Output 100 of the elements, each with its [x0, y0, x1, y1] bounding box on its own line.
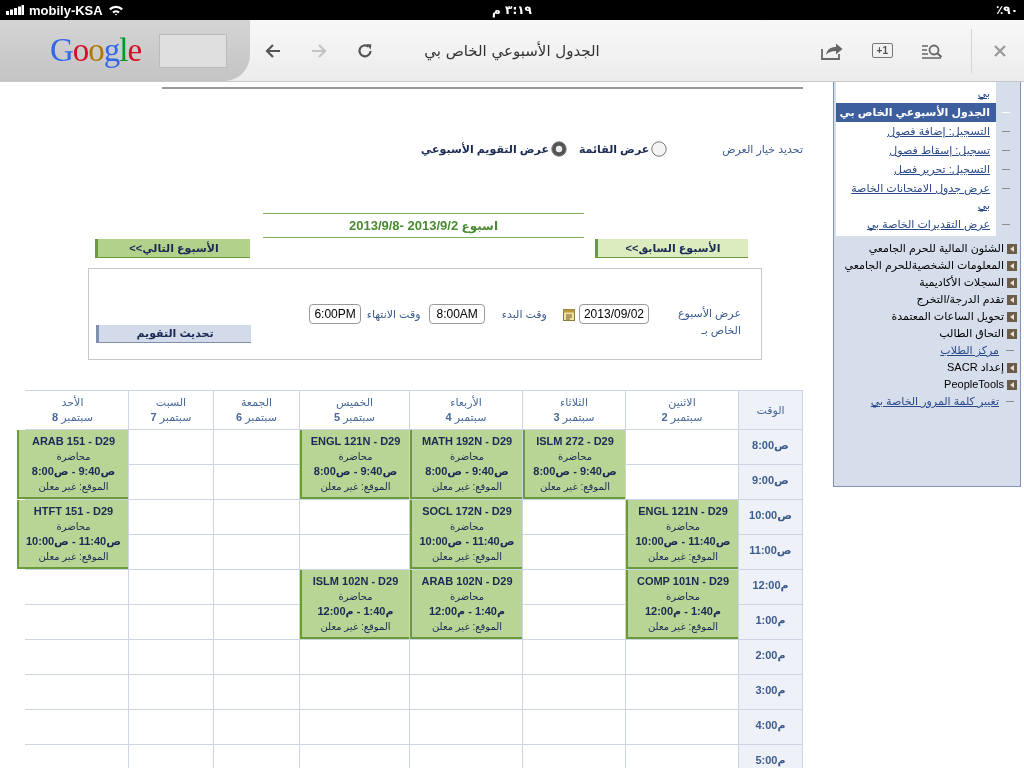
triangle-icon[interactable]: [1007, 260, 1017, 271]
class-time: 10:00ص - 11:40ص: [26, 533, 121, 549]
menu-folder[interactable]: تحويل الساعات المعتمدة: [891, 308, 1004, 325]
class-time: 10:00ص - 11:40ص: [635, 533, 731, 549]
course-code: ISLM 272 - D29: [536, 433, 614, 449]
triangle-icon[interactable]: [1007, 328, 1017, 339]
menu-link[interactable]: عرض التقديرات الخاصة بي: [866, 216, 990, 233]
triangle-icon[interactable]: [1007, 379, 1017, 390]
battery-percent: ٪٩٠: [996, 3, 1018, 17]
view-option-label: تحديد خيار العرض: [722, 142, 803, 156]
triangle-icon[interactable]: [1007, 311, 1017, 322]
time-cell: 8:00ص: [739, 430, 802, 464]
weekday-label: الأربعاء: [450, 395, 482, 410]
class-location: الموقع: غير معلن: [539, 479, 611, 494]
menu-link[interactable]: التسجيل: إضافة فصول: [887, 123, 990, 140]
dash-icon: [1006, 350, 1014, 351]
weekday-label: السبت: [155, 395, 187, 410]
menu-folder[interactable]: تقدم الدرجة/التخرج: [916, 291, 1004, 308]
share-icon[interactable]: [819, 41, 844, 60]
week-of-label: عرض الأسبوع الخاص بـ: [676, 305, 741, 339]
class-time: 10:00ص - 11:40ص: [419, 533, 515, 549]
triangle-icon[interactable]: [1007, 294, 1017, 305]
course-code: MATH 192N - D29: [421, 433, 513, 449]
time-cell: 3:00م: [739, 675, 802, 709]
next-week-button[interactable]: الأسبوع التالي>>: [95, 239, 250, 258]
radio-button[interactable]: [550, 141, 567, 157]
class-type: محاضرة: [338, 589, 373, 604]
triangle-icon[interactable]: [1007, 362, 1017, 373]
weekday-label: الاثنين: [668, 395, 696, 410]
start-time-label: وقت البدء: [501, 307, 547, 321]
radio-label[interactable]: عرض التقويم الأسبوعي: [420, 142, 549, 156]
class-location: الموقع: غير معلن: [431, 549, 503, 564]
class-type: محاضرة: [449, 449, 485, 464]
class-location: الموقع: غير معلن: [647, 549, 719, 564]
course-code: SOCL 172N - D29: [422, 503, 512, 519]
dash-icon: [1006, 401, 1014, 402]
weekday-label: الثلاثاء: [560, 395, 588, 410]
wifi-icon: [107, 4, 124, 16]
close-icon[interactable]: [994, 44, 1006, 57]
menu-folder[interactable]: المعلومات الشخصيةللحرم الجامعي: [844, 257, 1004, 274]
class-location: الموقع: غير معلن: [647, 619, 719, 634]
class-time: 12:00م - 1:40م: [428, 603, 506, 619]
menu-link[interactable]: التسجيل: تحرير فصل: [894, 161, 990, 178]
class-type: محاضرة: [449, 589, 485, 604]
menu-folder[interactable]: PeopleTools: [944, 376, 1004, 393]
menu-link[interactable]: بي: [977, 85, 990, 102]
course-code: ARAB 102N - D29: [421, 573, 513, 589]
time-cell: 2:00م: [739, 640, 802, 674]
reload-icon[interactable]: [357, 42, 373, 59]
weekday-label: الأحد: [61, 395, 84, 410]
back-icon[interactable]: [265, 43, 281, 58]
class-time: 8:00ص - 9:40ص: [425, 463, 509, 479]
class-type: محاضرة: [56, 519, 91, 534]
class-time: 8:00ص - 9:40ص: [31, 463, 116, 479]
class-time: 12:00م - 1:40م: [317, 603, 394, 619]
tab-thumbnail[interactable]: [159, 33, 228, 68]
class-time: 12:00م - 1:40م: [644, 603, 722, 619]
radio-button[interactable]: [651, 141, 668, 157]
carrier-name: mobily-KSA: [29, 2, 103, 18]
class-location: الموقع: غير معلن: [320, 619, 391, 634]
time-cell: 10:00ص: [739, 500, 802, 534]
course-code: ARAB 151 - D29: [31, 433, 116, 449]
class-type: محاضرة: [665, 589, 701, 604]
plus-one-button[interactable]: +1: [871, 43, 893, 58]
end-time-label: وقت الانتهاء: [366, 307, 421, 321]
end-time-field[interactable]: 6:00PM: [309, 304, 361, 324]
start-time-field[interactable]: 8:00AM: [429, 304, 485, 324]
time-cell: 9:00ص: [739, 465, 802, 499]
menu-link[interactable]: تغيير كلمة المرور الخاصة بي: [870, 393, 999, 410]
page-title: الجدول الأسبوعي الخاص بي: [424, 41, 600, 60]
course-code: HTFT 151 - D29: [33, 503, 114, 519]
class-location: الموقع: غير معلن: [38, 479, 109, 494]
menu-link[interactable]: تسجيل: إسقاط فصول: [889, 142, 990, 159]
time-cell: 12:00م: [739, 570, 802, 604]
signal-icon: [6, 5, 24, 15]
time-cell: 11:00ص: [739, 535, 802, 569]
reader-icon[interactable]: [921, 42, 943, 59]
radio-label[interactable]: عرض القائمة: [578, 142, 650, 156]
menu-folder[interactable]: السجلات الأكاديمية: [919, 274, 1004, 291]
calendar-icon[interactable]: [562, 307, 575, 321]
refresh-calendar-button[interactable]: تحديث التقويم: [96, 325, 251, 343]
triangle-icon[interactable]: [1007, 243, 1017, 254]
weekday-label: الخميس: [335, 395, 374, 410]
time-cell: 4:00م: [739, 710, 802, 744]
previous-week-button[interactable]: الأسبوع السابق>>: [595, 239, 748, 258]
weekday-label: الجمعة: [240, 395, 273, 410]
triangle-icon[interactable]: [1007, 277, 1017, 288]
class-type: محاضرة: [56, 449, 91, 464]
menu-link[interactable]: مركز الطلاب: [940, 342, 999, 359]
menu-folder[interactable]: الشئون المالية للحرم الجامعي: [868, 240, 1004, 257]
class-type: محاضرة: [665, 519, 701, 534]
course-code: COMP 101N - D29: [636, 573, 730, 589]
date-field[interactable]: 2013/09/02: [578, 304, 649, 324]
class-location: الموقع: غير معلن: [431, 479, 503, 494]
menu-folder[interactable]: التحاق الطالب: [939, 325, 1004, 342]
menu-folder[interactable]: إعداد SACR: [947, 359, 1004, 376]
class-type: محاضرة: [449, 519, 485, 534]
menu-link[interactable]: عرض جدول الامتحانات الخاصة بي: [836, 180, 990, 214]
course-code: ENGL 121N - D29: [310, 433, 401, 449]
course-code: ENGL 121N - D29: [638, 503, 728, 519]
